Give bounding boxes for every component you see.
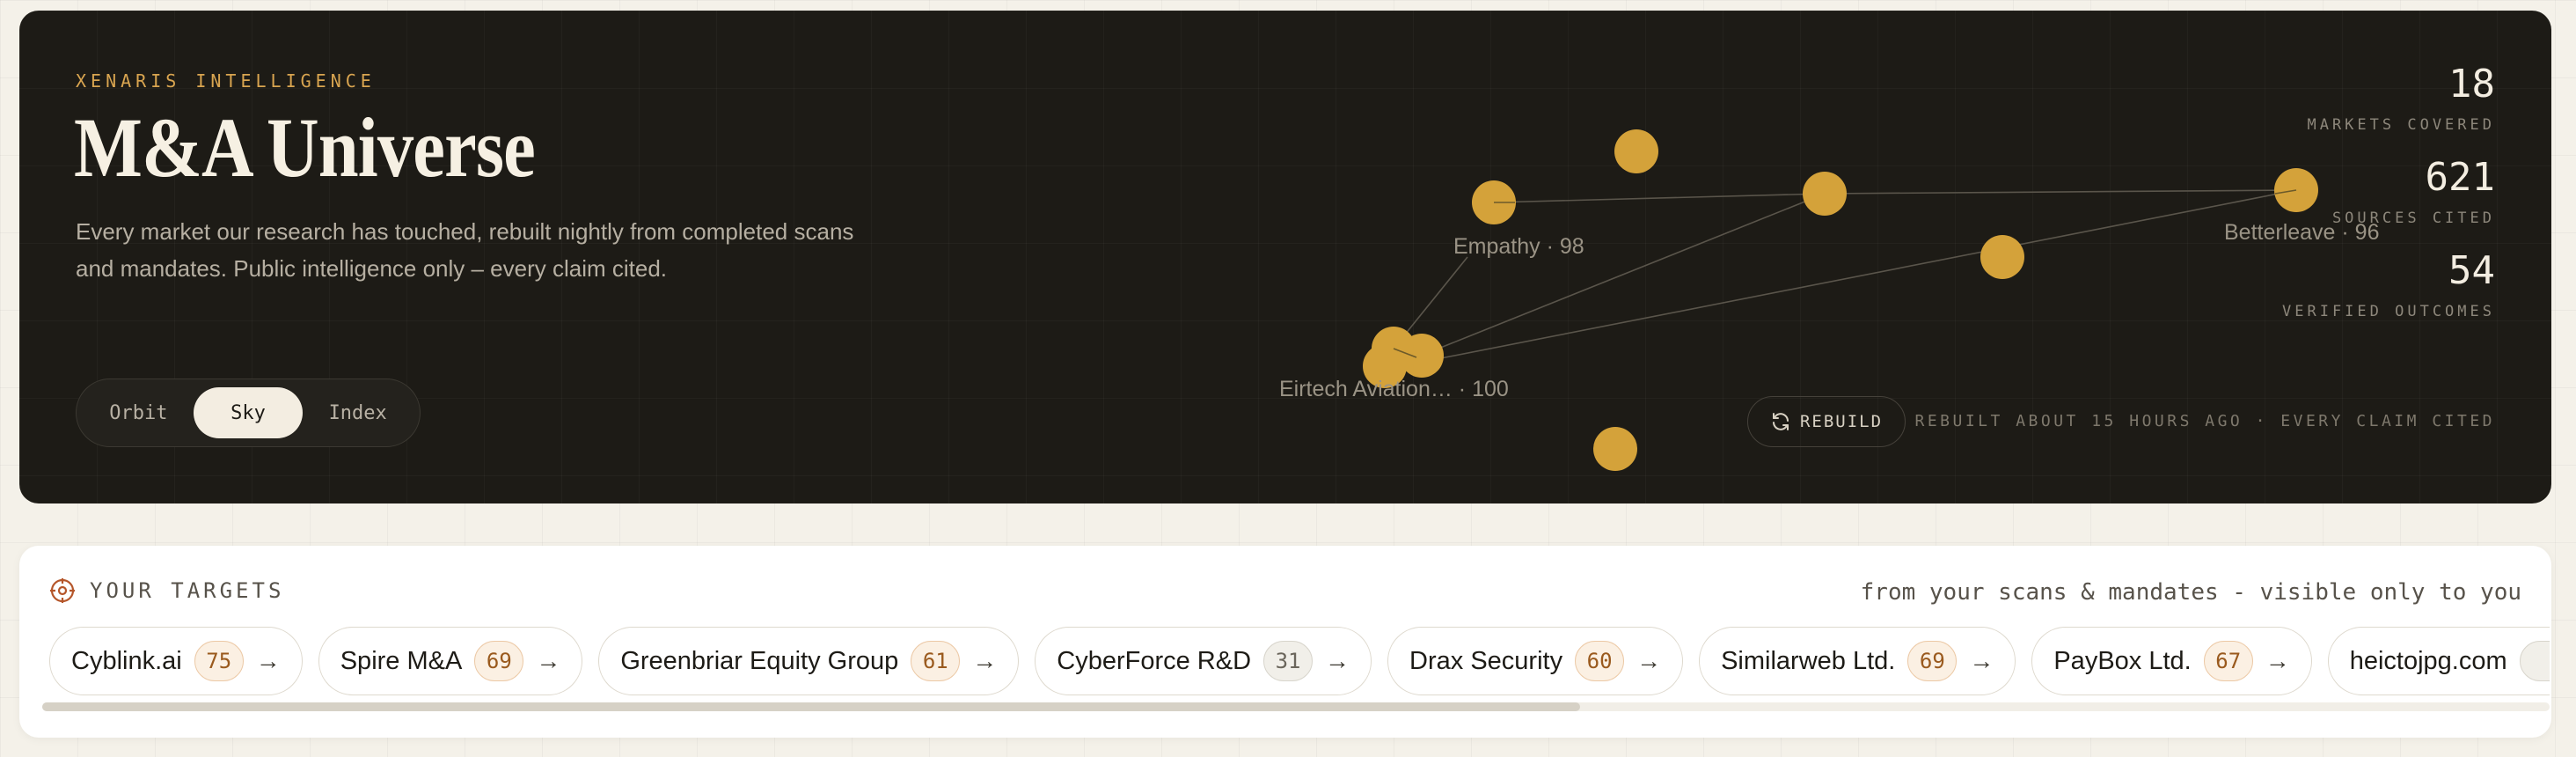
stat-label: MARKETS COVERED <box>2307 116 2495 134</box>
stat-outcomes: 54 VERIFIED OUTCOMES <box>2282 248 2495 321</box>
arrow-right-icon: → <box>536 647 561 674</box>
target-chip[interactable]: Cyblink.ai 75 → <box>49 627 303 695</box>
score-badge: 61 <box>911 641 961 681</box>
score-badge: 69 <box>1907 641 1958 681</box>
score-badge: 60 <box>1575 641 1625 681</box>
target-chip[interactable]: PayBox Ltd. 67 → <box>2031 627 2312 695</box>
target-name: Cyblink.ai <box>71 646 182 675</box>
hero-panel: XENARIS INTELLIGENCE M&A Universe Every … <box>19 11 2551 503</box>
score-badge: 75 <box>194 641 244 681</box>
market-node[interactable] <box>1803 172 1847 216</box>
rebuild-label: REBUILD <box>1799 412 1884 431</box>
edge-line <box>1400 189 2297 367</box>
stat-markets: 18 MARKETS COVERED <box>2282 62 2495 135</box>
target-name: CyberForce R&D <box>1057 646 1252 675</box>
target-chip[interactable]: Similarweb Ltd. 69 → <box>1699 627 2016 695</box>
arrow-right-icon: → <box>2265 647 2290 674</box>
target-chip[interactable]: Drax Security 60 → <box>1387 627 1684 695</box>
rebuild-button[interactable]: REBUILD <box>1747 396 1906 447</box>
stat-label: SOURCES CITED <box>2331 209 2495 227</box>
edge-line <box>1416 193 1826 358</box>
view-mode-toggle: Orbit Sky Index <box>76 378 421 447</box>
connection-lines <box>1393 189 2297 367</box>
target-chip[interactable]: CyberForce R&D 31 → <box>1035 627 1372 695</box>
targets-panel: YOUR TARGETS from your scans & mandates … <box>19 546 2551 738</box>
market-node[interactable] <box>1614 129 1658 173</box>
stats-panel: 18 MARKETS COVERED 621 SOURCES CITED 54 … <box>2282 65 2495 345</box>
stat-value: 54 <box>2448 248 2495 293</box>
mode-orbit-button[interactable]: Orbit <box>84 387 194 438</box>
rebuild-status: REBUILT ABOUT 15 HOURS AGO · EVERY CLAIM… <box>1914 412 2495 430</box>
score-badge: 31 <box>1263 641 1314 681</box>
target-name: Similarweb Ltd. <box>1721 646 1896 675</box>
arrow-right-icon: → <box>1969 647 1994 674</box>
mode-index-button[interactable]: Index <box>303 387 413 438</box>
refresh-icon <box>1772 413 1789 430</box>
horizontal-scrollbar[interactable] <box>42 702 2550 711</box>
target-chip[interactable]: Greenbriar Equity Group 61 → <box>598 627 1020 695</box>
arrow-right-icon: → <box>1636 647 1662 674</box>
crosshair-icon <box>50 578 75 603</box>
market-node[interactable] <box>1400 334 1444 378</box>
scrollbar-thumb[interactable] <box>42 702 1580 711</box>
target-chip[interactable]: heictojpg.com <box>2327 627 2550 695</box>
stat-value: 621 <box>2425 155 2495 200</box>
target-chip[interactable]: Spire M&A 69 → <box>318 627 583 695</box>
targets-title: YOUR TARGETS <box>90 578 285 603</box>
market-node[interactable] <box>1980 235 2024 279</box>
target-name: Drax Security <box>1409 646 1563 675</box>
score-badge <box>2519 641 2550 681</box>
targets-list[interactable]: Cyblink.ai 75 → Spire M&A 69 → Greenbria… <box>49 627 2550 697</box>
arrow-right-icon: → <box>972 647 998 674</box>
edge-line <box>1824 189 2297 195</box>
arrow-right-icon: → <box>255 647 281 674</box>
stat-sources: 621 SOURCES CITED <box>2282 155 2495 228</box>
targets-header: YOUR TARGETS <box>49 577 284 604</box>
arrow-right-icon: → <box>1325 647 1350 674</box>
target-name: PayBox Ltd. <box>2053 646 2192 675</box>
target-name: Greenbriar Equity Group <box>620 646 899 675</box>
target-name: Spire M&A <box>340 646 463 675</box>
targets-note: from your scans & mandates - visible onl… <box>1860 579 2521 606</box>
market-node[interactable] <box>1593 427 1637 471</box>
score-badge: 67 <box>2203 641 2253 681</box>
node-label-empathy: Empathy · 98 <box>1453 234 1584 259</box>
score-badge: 69 <box>474 641 524 681</box>
edge-line <box>1493 193 1826 203</box>
mode-sky-button[interactable]: Sky <box>193 387 304 438</box>
stat-value: 18 <box>2448 62 2495 107</box>
node-label-eirtech: Eirtech Aviation… · 100 <box>1279 377 1509 401</box>
target-name: heictojpg.com <box>2349 646 2507 675</box>
stat-label: VERIFIED OUTCOMES <box>2282 303 2495 320</box>
